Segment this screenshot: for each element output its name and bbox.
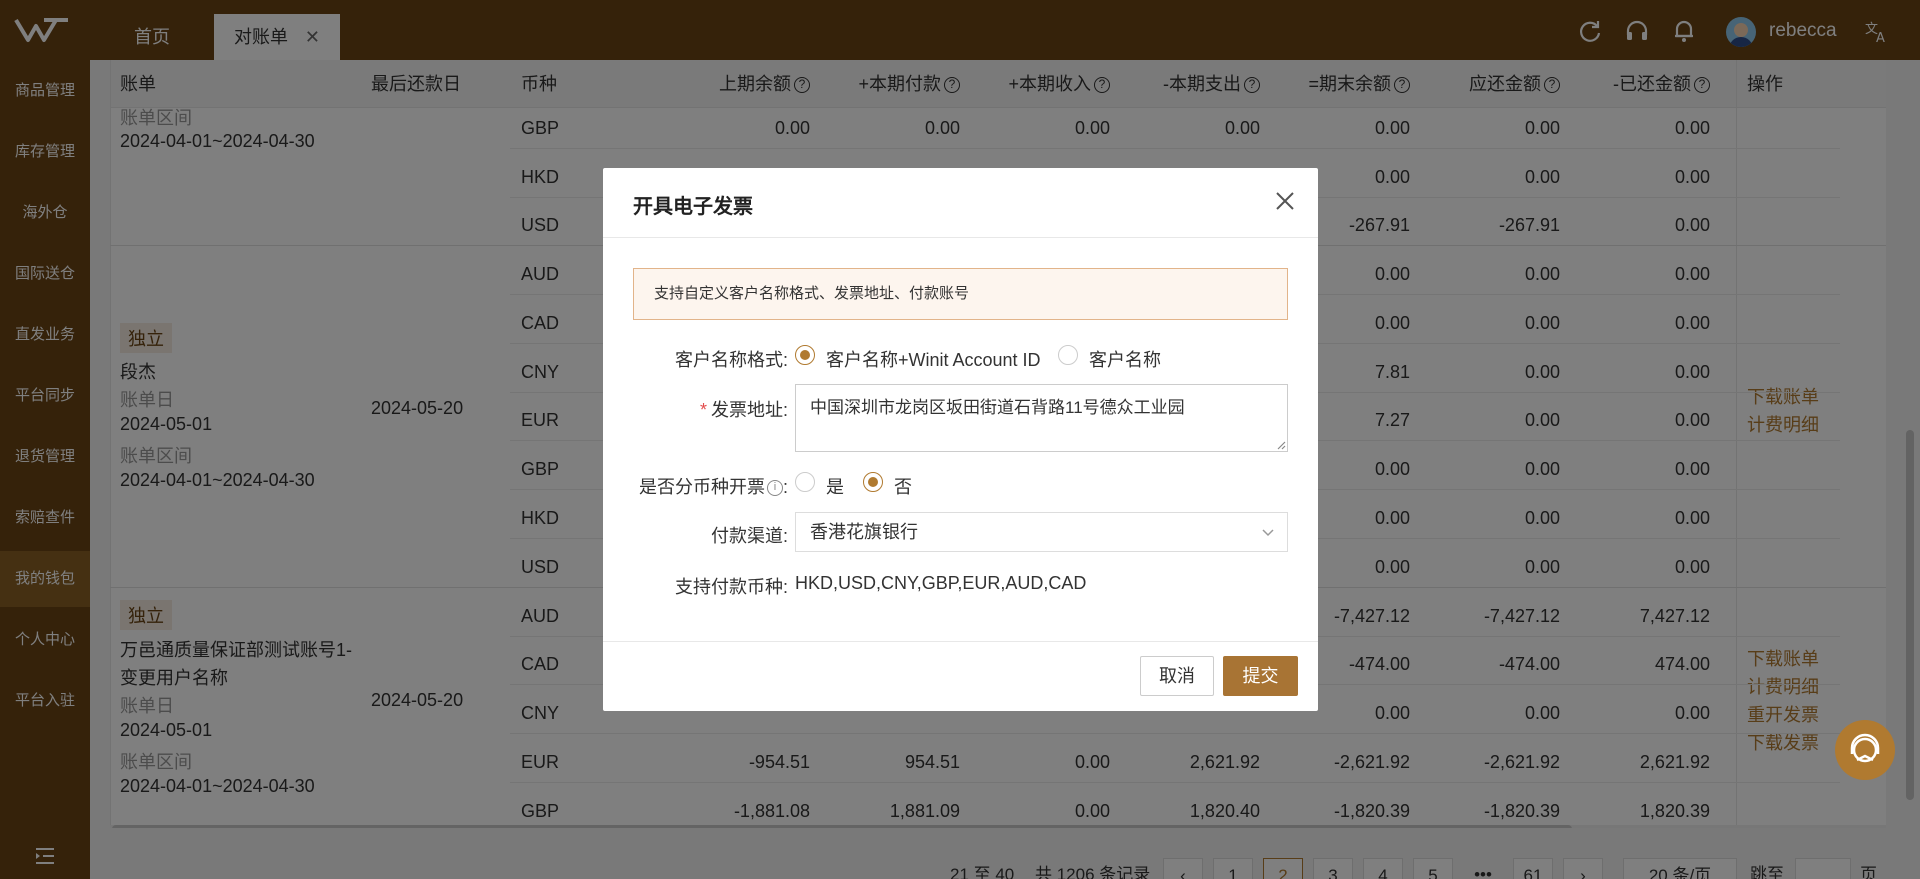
radio-label[interactable]: 是 xyxy=(826,473,844,499)
info-icon[interactable]: i xyxy=(766,480,783,497)
supported-currencies-label: 支持付款币种: xyxy=(674,577,788,597)
split-currency-label-text: 是否分币种开票 xyxy=(638,477,765,497)
radio-split-no[interactable] xyxy=(863,472,883,492)
name-format-label: 客户名称格式: xyxy=(674,350,788,370)
payment-channel-value: 香港花旗银行 xyxy=(810,522,918,542)
cancel-button[interactable]: 取消 xyxy=(1140,656,1214,696)
chevron-down-icon xyxy=(1262,529,1274,537)
invoice-dialog: 开具电子发票 支持自定义客户名称格式、发票地址、付款账号 客户名称格式: 客户名… xyxy=(603,168,1318,711)
notice-banner: 支持自定义客户名称格式、发票地址、付款账号 xyxy=(633,268,1288,320)
resize-handle-icon[interactable] xyxy=(1276,440,1286,450)
notice-text: 支持自定义客户名称格式、发票地址、付款账号 xyxy=(654,285,970,302)
radio-name-only[interactable] xyxy=(1058,345,1078,365)
invoice-address-label-text: 发票地址: xyxy=(710,400,788,420)
customer-service-button[interactable] xyxy=(1835,720,1895,780)
supported-currencies-value: HKD,USD,CNY,GBP,EUR,AUD,CAD xyxy=(795,573,1087,593)
payment-channel-select[interactable]: 香港花旗银行 xyxy=(795,512,1288,552)
radio-name-with-account-id[interactable] xyxy=(795,345,815,365)
invoice-address-field[interactable]: 中国深圳市龙岗区坂田街道石背路11号德众工业园 xyxy=(795,384,1288,452)
close-icon[interactable] xyxy=(1274,190,1296,212)
customer-service-icon xyxy=(1850,733,1880,763)
radio-label[interactable]: 否 xyxy=(894,473,912,499)
payment-channel-label: 付款渠道: xyxy=(710,526,788,546)
radio-label[interactable]: 客户名称+Winit Account ID xyxy=(826,346,1041,372)
dialog-title: 开具电子发票 xyxy=(633,196,753,218)
radio-split-yes[interactable] xyxy=(795,472,815,492)
split-currency-label: 是否分币种开票 i: xyxy=(638,477,788,497)
radio-label[interactable]: 客户名称 xyxy=(1089,346,1161,372)
submit-button[interactable]: 提交 xyxy=(1223,656,1298,696)
invoice-address-label: * 发票地址: xyxy=(699,400,788,420)
